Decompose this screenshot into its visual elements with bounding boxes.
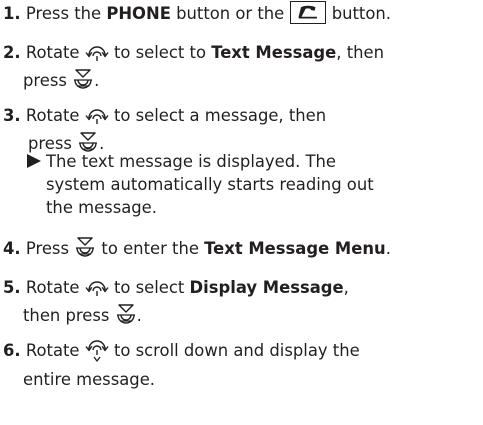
menu-item-label: Display Message	[189, 278, 344, 297]
step-text: then press	[23, 306, 115, 325]
interface-dial-rotate-icon	[85, 277, 109, 303]
step-text: to enter the	[96, 239, 205, 258]
instruction-list: 1. Press the PHONE button or the button.…	[0, 0, 483, 425]
step-number: 2.	[3, 43, 21, 62]
result-text: system automatically starts reading out	[46, 175, 374, 194]
interface-dial-rotate-down-icon	[85, 336, 109, 368]
step-5: 5. Rotate to select Display Message, the…	[3, 276, 349, 331]
step-text: .	[385, 239, 391, 258]
step-number: 1.	[3, 4, 21, 23]
interface-dial-press-icon	[72, 68, 94, 96]
step-text: to select	[108, 278, 190, 297]
interface-dial-rotate-icon	[85, 42, 109, 68]
phone-button-icon	[290, 1, 327, 24]
step-1: 1. Press the PHONE button or the button.	[3, 1, 391, 25]
step-text: Press	[25, 239, 75, 258]
step-3-result: The text message is displayed. The syste…	[26, 150, 374, 219]
step-number: 4.	[3, 239, 21, 258]
step-text: ,	[343, 278, 349, 297]
step-number: 3.	[3, 106, 21, 125]
step-text: Rotate	[25, 341, 85, 360]
phone-button-label: PHONE	[106, 4, 171, 23]
menu-item-label: Text Message Menu	[204, 239, 386, 258]
step-text: to scroll down and display the	[108, 341, 360, 360]
result-text: The text message is displayed. The	[46, 152, 337, 171]
step-text: to select to	[108, 43, 212, 62]
step-text: .	[94, 71, 100, 90]
interface-dial-rotate-icon	[85, 105, 109, 131]
step-text: .	[136, 306, 142, 325]
step-text: to select a message, then	[108, 106, 327, 125]
step-text: Rotate	[25, 106, 85, 125]
step-text: button or the	[170, 4, 290, 23]
step-text: , then	[336, 43, 384, 62]
step-6: 6. Rotate to scroll down and display the…	[3, 336, 360, 391]
step-number: 5.	[3, 278, 21, 297]
step-text: Rotate	[25, 43, 85, 62]
step-4: 4. Press to enter the Text Message Menu.	[3, 236, 391, 264]
step-text: Rotate	[25, 278, 85, 297]
menu-item-label: Text Message	[211, 43, 337, 62]
step-2: 2. Rotate to select to Text Message, the…	[3, 41, 384, 96]
interface-dial-press-icon	[74, 236, 96, 264]
result-arrow-icon	[26, 150, 46, 173]
result-text: the message.	[46, 198, 157, 217]
interface-dial-press-icon	[115, 303, 137, 331]
step-text: press	[23, 71, 73, 90]
step-number: 6.	[3, 341, 21, 360]
step-text: Press the	[25, 4, 107, 23]
step-text: button.	[326, 4, 391, 23]
step-text: entire message.	[23, 370, 155, 389]
